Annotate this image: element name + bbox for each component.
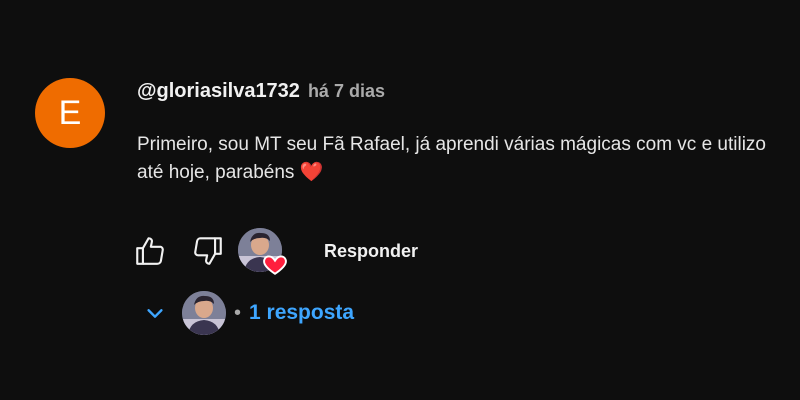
commenter-avatar[interactable]: E — [35, 78, 105, 148]
comment-text: Primeiro, sou MT seu Fã Rafael, já apren… — [137, 134, 767, 183]
reply-button[interactable]: Responder — [324, 241, 418, 262]
chevron-down-icon — [140, 298, 170, 328]
comment-actions: Responder — [130, 228, 418, 275]
heart-icon — [263, 255, 287, 275]
comment-author[interactable]: @gloriasilva1732 — [137, 80, 300, 103]
comment-timestamp[interactable]: há 7 dias — [308, 81, 385, 102]
reply-count-label[interactable]: 1 resposta — [249, 301, 354, 325]
comment-thread: E @gloriasilva1732 há 7 dias Primeiro, s… — [0, 0, 800, 400]
like-button[interactable] — [130, 231, 170, 271]
comment-header: @gloriasilva1732 há 7 dias — [137, 80, 385, 103]
thumbs-up-icon — [136, 237, 164, 265]
avatar-letter: E — [58, 93, 82, 132]
separator-dot: • — [234, 301, 242, 324]
dislike-button[interactable] — [188, 231, 228, 271]
creator-heart[interactable] — [238, 228, 287, 275]
reply-author-avatar — [182, 291, 226, 335]
thumbs-down-icon — [194, 237, 222, 265]
view-replies-toggle[interactable]: • 1 resposta — [140, 291, 354, 335]
